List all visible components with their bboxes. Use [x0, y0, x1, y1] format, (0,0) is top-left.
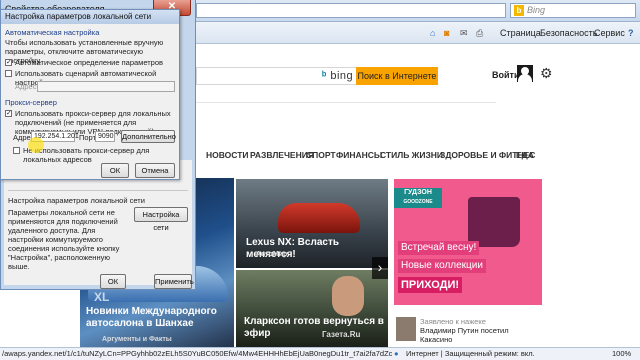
bypass-local-checkbox[interactable]: [13, 147, 20, 154]
lan-description: Параметры локальной сети не применяются …: [8, 208, 120, 271]
login-link[interactable]: Войти: [492, 70, 519, 80]
lan-settings-button[interactable]: Настройка сети: [134, 207, 188, 232]
cancel-button[interactable]: Отмена: [135, 163, 175, 178]
nav-entertainment[interactable]: РАЗВЛЕЧЕНИЯ: [250, 147, 314, 163]
status-url: /awaps.yandex.net/1/c1/tuNZyLCn=PPGyhhb0…: [2, 349, 392, 358]
status-bar: /awaps.yandex.net/1/c1/tuNZyLCn=PPGyhhb0…: [0, 347, 640, 360]
ad-banner[interactable]: ГУДЗОН GOODZONE Встречай весну! Новые ко…: [394, 179, 542, 305]
news-line: Заявлено к нажеке: [420, 317, 486, 326]
auto-detect-checkbox[interactable]: ✓: [5, 59, 12, 66]
lan-group-label: Настройка параметров локальной сети: [8, 196, 147, 205]
tile-caption: Кларксон готов вернуться в эфир: [244, 316, 384, 339]
port-input[interactable]: 9090: [95, 131, 115, 142]
apply-button[interactable]: Применить: [154, 274, 194, 289]
ad-brand-sub: GOODZONE: [403, 199, 433, 205]
cursor-highlight: [28, 137, 44, 153]
car-image: [278, 203, 360, 233]
bing-icon: b: [514, 5, 524, 16]
bypass-local-label: Не использовать прокси-сервер для локаль…: [23, 146, 150, 164]
xl-label: XL: [94, 290, 110, 304]
web-search-button[interactable]: Поиск в Интернете: [356, 67, 438, 85]
safety-menu[interactable]: Безопасность: [540, 26, 597, 40]
tile-source: АвтоМир: [256, 251, 288, 258]
ok-button[interactable]: ОК: [101, 163, 129, 178]
use-proxy-checkbox[interactable]: ✓: [5, 110, 12, 117]
nav-sport[interactable]: СПОРТ: [306, 147, 336, 163]
ad-line-1: Встречай весну!: [398, 241, 480, 255]
clarkson-tile[interactable]: Кларксон готов вернуться в эфир Газета.R…: [236, 270, 388, 347]
news-line: Владимир Путин посетил: [420, 326, 509, 335]
ad-line-2: Новые коллекции: [398, 259, 486, 273]
nav-lifestyle[interactable]: СТИЛЬ ЖИЗНИ: [380, 147, 443, 163]
mail-icon[interactable]: ✉: [460, 26, 468, 40]
status-zone: Интернет | Защищенный режим: вкл.: [406, 349, 535, 358]
lan-settings-dialog: Настройка параметров локальной сети Авто…: [0, 9, 180, 180]
lexus-tile[interactable]: Lexus NX: Всласть меняется! АвтоМир: [236, 179, 388, 268]
ad-logo: ГУДЗОН GOODZONE: [394, 188, 442, 208]
nav-food[interactable]: ЕДА: [516, 147, 534, 163]
divider: [8, 190, 188, 191]
proxy-group-label: Прокси-сервер: [5, 98, 57, 107]
news-item[interactable]: Заявлено к нажеке Владимир Путин посетил…: [420, 317, 530, 344]
ok-button[interactable]: ОК: [100, 274, 126, 289]
handbag-image: [468, 197, 520, 247]
tile-source: Газета.Ru: [322, 330, 361, 339]
auto-config-group-label: Автоматическая настройка: [5, 28, 100, 37]
home-icon[interactable]: ⌂: [430, 26, 435, 40]
gear-icon[interactable]: ⚙: [540, 65, 553, 81]
nav-finance[interactable]: ФИНАНСЫ: [336, 147, 382, 163]
auto-detect-label: Автоматическое определение параметров: [15, 58, 164, 67]
next-arrow-button[interactable]: ›: [372, 257, 388, 279]
address-bar[interactable]: [196, 3, 506, 18]
nav-news[interactable]: НОВОСТИ: [206, 147, 249, 163]
avatar-icon[interactable]: [517, 65, 533, 82]
advanced-button[interactable]: Дополнительно: [121, 130, 176, 143]
script-address-input[interactable]: [37, 81, 175, 92]
browser-search-box[interactable]: b Bing: [510, 3, 636, 18]
ad-brand: ГУДЗОН: [404, 189, 432, 196]
news-line: Какасино: [420, 335, 453, 344]
print-icon[interactable]: ⎙: [476, 26, 483, 40]
tile-caption: Новинки Международного автосалона в Шанх…: [86, 306, 217, 329]
bing-logo: ᵇ bing: [322, 70, 354, 82]
news-nav: НОВОСТИ РАЗВЛЕЧЕНИЯ СПОРТ ФИНАНСЫ СТИЛЬ …: [196, 147, 640, 163]
page-menu[interactable]: Страница: [500, 26, 541, 40]
globe-icon: ●: [394, 349, 399, 358]
news-thumb[interactable]: [396, 317, 416, 341]
script-address-label: Адрес: [15, 82, 37, 91]
auto-script-checkbox[interactable]: [5, 70, 12, 77]
divider: [196, 102, 496, 110]
dialog-title: Настройка параметров локальной сети: [1, 10, 179, 24]
tile-source: Аргументы и Факты: [102, 336, 172, 343]
tools-menu[interactable]: Сервис: [594, 26, 625, 40]
search-placeholder: Bing: [527, 5, 546, 15]
feeds-icon[interactable]: ◙: [444, 26, 449, 40]
help-icon[interactable]: ?: [628, 26, 634, 40]
ad-line-3: ПРИХОДИ!: [398, 277, 463, 293]
zoom-level[interactable]: 100%: [612, 348, 631, 360]
face-image: [332, 276, 364, 316]
